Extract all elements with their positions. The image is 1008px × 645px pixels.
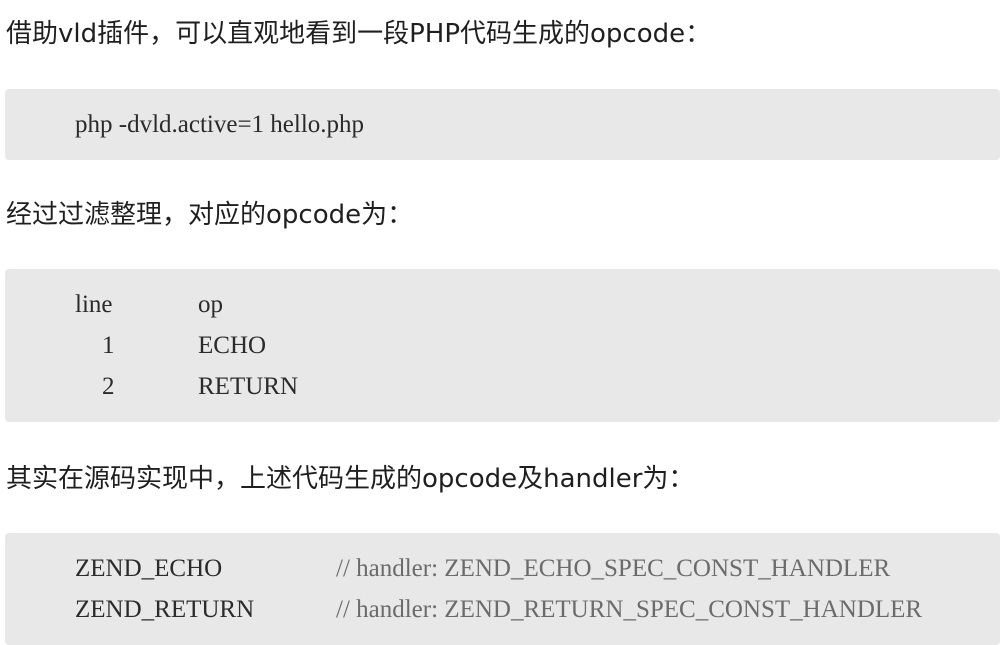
code-block-opcode-table: line op 1 ECHO 2 RETURN (5, 269, 1000, 422)
handler-comment: // handler: ZEND_ECHO_SPEC_CONST_HANDLER (336, 555, 891, 582)
row-line-number: 1 (102, 332, 115, 359)
handler-op: ZEND_RETURN (75, 596, 255, 623)
row-line-number: 2 (102, 373, 115, 400)
handler-op: ZEND_ECHO (75, 555, 223, 582)
handler-comment: // handler: ZEND_RETURN_SPEC_CONST_HANDL… (336, 596, 923, 623)
handler-paragraph: 其实在源码实现中，上述代码生成的opcode及handler为： (6, 464, 695, 494)
intro-paragraph: 借助vld插件，可以直观地看到一段PHP代码生成的opcode： (6, 19, 712, 49)
header-op: op (198, 291, 223, 318)
filtered-paragraph: 经过过滤整理，对应的opcode为： (6, 200, 414, 230)
command-line: php -dvld.active=1 hello.php (75, 111, 365, 138)
code-block-command: php -dvld.active=1 hello.php (5, 89, 1000, 160)
row-op: RETURN (198, 373, 298, 400)
code-block-handlers: ZEND_ECHO // handler: ZEND_ECHO_SPEC_CON… (5, 533, 1000, 645)
header-line: line (75, 291, 113, 318)
row-op: ECHO (198, 332, 267, 359)
